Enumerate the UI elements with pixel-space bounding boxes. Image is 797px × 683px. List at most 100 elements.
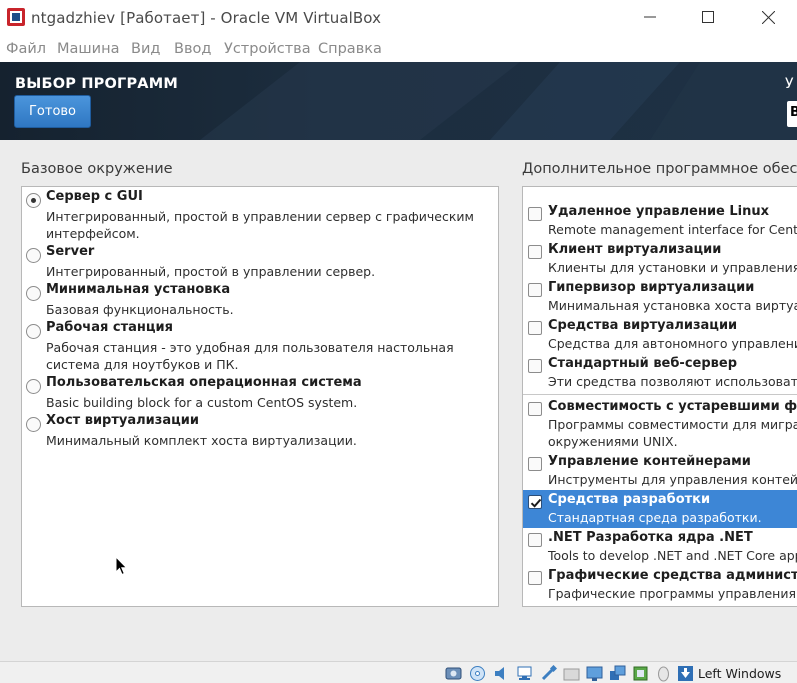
guest-display[interactable]: ВЫБОР ПРОГРАММ Готово У В Базовое окруже… [0, 62, 797, 661]
cpu-virtualization-icon[interactable] [632, 665, 649, 682]
addon-title: Графические средства администриров [548, 568, 797, 583]
radio-selected-icon[interactable] [26, 193, 41, 208]
addon-description: Минимальная установка хоста виртуализа [548, 298, 797, 313]
network-icon[interactable] [516, 665, 533, 682]
addon-item[interactable]: Управление контейнерами Инструменты для … [523, 452, 797, 490]
addon-title: Клиент виртуализации [548, 242, 722, 257]
env-title: Пользовательская операционная система [46, 375, 362, 390]
env-description: Интегрированный, простой в управлении се… [46, 264, 376, 279]
maximize-button[interactable] [679, 0, 737, 34]
env-title: Хост виртуализации [46, 413, 199, 428]
addon-description: Средства для автономного управления ви [548, 336, 797, 351]
keyboard-layout-indicator[interactable]: В [787, 101, 797, 127]
done-button[interactable]: Готово [14, 95, 91, 128]
checkbox[interactable] [528, 359, 542, 373]
env-item-server-gui[interactable]: Сервер с GUI Интегрированный, простой в … [22, 189, 498, 241]
addon-description: Tools to develop .NET and .NET Core appl… [548, 548, 797, 563]
checkbox[interactable] [528, 283, 542, 297]
addon-item[interactable]: Стандартный веб-сервер Эти средства позв… [523, 354, 797, 392]
env-item-virtualization-host[interactable]: Хост виртуализации Минимальный комплект … [22, 413, 498, 449]
menu-file[interactable]: Файл [6, 41, 46, 57]
addon-description: Эти средства позволяют использовать си [548, 374, 797, 389]
audio-icon[interactable] [493, 665, 510, 682]
env-title: Сервер с GUI [46, 189, 143, 204]
recording-icon[interactable] [609, 665, 626, 682]
addons-label: Дополнительное программное обеспече [522, 161, 797, 177]
addon-item[interactable]: Клиент виртуализации Клиенты для установ… [523, 240, 797, 278]
addon-title: Гипервизор виртуализации [548, 280, 755, 295]
radio-icon[interactable] [26, 417, 41, 432]
checkbox[interactable] [528, 457, 542, 471]
title-bar[interactable]: ntgadzhiev [Работает] - Oracle VM Virtua… [0, 0, 797, 36]
checkbox[interactable] [528, 321, 542, 335]
window-title: ntgadzhiev [Работает] - Oracle VM Virtua… [31, 9, 382, 27]
host-key-arrow-icon[interactable] [677, 665, 694, 682]
close-button[interactable] [739, 0, 797, 34]
checkbox[interactable] [528, 245, 542, 259]
display-icon[interactable] [586, 665, 603, 682]
checkbox[interactable] [528, 533, 542, 547]
addon-description: Графические программы управления сис [548, 586, 797, 601]
shared-folders-icon[interactable] [563, 665, 580, 682]
addon-description: Клиенты для установки и управления экзе [548, 260, 797, 275]
env-description: Интегрированный, простой в управлении се… [46, 209, 474, 241]
usb-icon[interactable] [540, 665, 557, 682]
menu-devices[interactable]: Устройства [224, 41, 311, 57]
radio-icon[interactable] [26, 286, 41, 301]
env-item-server[interactable]: Server Интегрированный, простой в управл… [22, 244, 498, 280]
menu-input[interactable]: Ввод [174, 41, 211, 57]
addon-title: Управление контейнерами [548, 454, 751, 469]
env-item-custom-os[interactable]: Пользовательская операционная система Ba… [22, 375, 498, 411]
virtualbox-app-icon [7, 8, 25, 26]
addon-item[interactable]: Графические средства администриров Графи… [523, 566, 797, 604]
addon-title: Средства разработки [548, 492, 711, 507]
addon-description: Инструменты для управления контейнера [548, 472, 797, 487]
radio-icon[interactable] [26, 379, 41, 394]
radio-icon[interactable] [26, 248, 41, 263]
status-bar: Left Windows [0, 661, 797, 683]
menu-bar: Файл Машина Вид Ввод Устройства Справка [0, 36, 797, 62]
addon-item[interactable]: Удаленное управление Linux Remote manage… [523, 202, 797, 240]
menu-machine[interactable]: Машина [57, 41, 119, 57]
radio-icon[interactable] [26, 324, 41, 339]
env-title: Рабочая станция [46, 320, 173, 335]
env-description: Базовая функциональность. [46, 302, 234, 317]
checkmark-icon [530, 498, 542, 508]
addon-description: Стандартная среда разработки. [548, 510, 762, 525]
checkbox[interactable] [528, 402, 542, 416]
env-description: Минимальный комплект хоста виртуализации… [46, 433, 357, 448]
env-item-minimal[interactable]: Минимальная установка Базовая функционал… [22, 282, 498, 318]
checkbox-checked[interactable] [528, 495, 542, 509]
env-title: Минимальная установка [46, 282, 231, 297]
addon-item-selected[interactable]: Средства разработки Стандартная среда ра… [523, 490, 797, 528]
checkbox[interactable] [528, 207, 542, 221]
env-description: Basic building block for a custom CentOS… [46, 395, 358, 410]
addon-title: Стандартный веб-сервер [548, 356, 738, 371]
addon-item[interactable]: Гипервизор виртуализации Минимальная уст… [523, 278, 797, 316]
maximize-icon [702, 11, 714, 23]
addon-item[interactable]: Средства виртуализации Средства для авто… [523, 316, 797, 354]
minimize-icon [644, 16, 656, 18]
minimize-button[interactable] [621, 0, 679, 34]
addon-item[interactable]: .NET Разработка ядра .NET Tools to devel… [523, 528, 797, 566]
mouse-integration-icon[interactable] [655, 665, 672, 682]
addon-item[interactable]: Совместимость с устаревшими функци Прогр… [523, 397, 797, 452]
host-key-label: Left Windows [698, 666, 782, 681]
header-decoration [200, 62, 797, 140]
list-separator [523, 394, 797, 395]
spoke-title: ВЫБОР ПРОГРАММ [15, 76, 178, 92]
env-description: Рабочая станция - это удобная для пользо… [46, 340, 454, 372]
addon-description: Remote management interface for CentOS [548, 222, 797, 237]
installer-header: ВЫБОР ПРОГРАММ Готово У В [0, 62, 797, 140]
env-item-workstation[interactable]: Рабочая станция Рабочая станция - это уд… [22, 320, 498, 372]
optical-drive-icon[interactable] [469, 665, 486, 682]
close-icon [761, 10, 775, 24]
env-title: Server [46, 244, 95, 259]
addon-title: Удаленное управление Linux [548, 204, 770, 219]
addon-title: Совместимость с устаревшими функци [548, 399, 797, 414]
addon-description: Программы совместимости для миграции [548, 417, 797, 432]
checkbox[interactable] [528, 571, 542, 585]
menu-help[interactable]: Справка [318, 41, 382, 57]
menu-view[interactable]: Вид [131, 41, 160, 57]
hard-disk-icon[interactable] [445, 665, 462, 682]
